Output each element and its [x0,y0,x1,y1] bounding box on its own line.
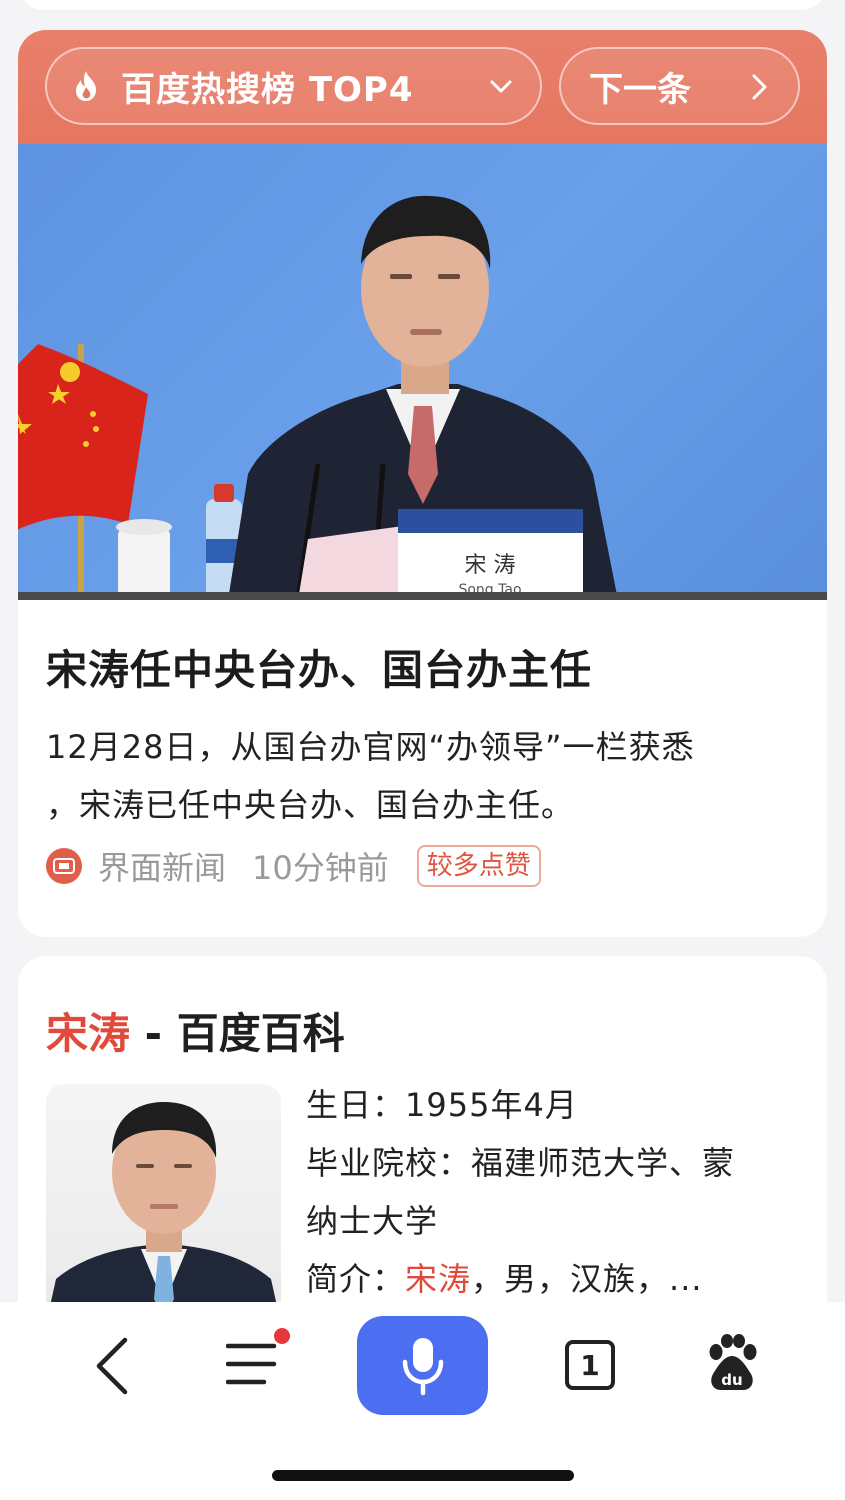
likes-badge: 较多点赞 [416,845,541,887]
voice-search-button[interactable] [357,1316,488,1415]
tabs-icon[interactable]: 1 [565,1340,615,1390]
menu-icon[interactable] [226,1338,278,1390]
hot-rank-dropdown[interactable]: 百度热搜榜 TOP4 [45,47,542,125]
school-row: 毕业院校：福建师范大学、蒙 [306,1144,736,1182]
news-source[interactable]: 界面新闻 [98,843,226,889]
news-photo[interactable]: 宋 涛 Song Tao [18,144,827,600]
news-description: 12月28日，从国台办官网“办领导”一栏获悉 ，宋涛已任中央台办、国台办主任。 [46,718,796,834]
flame-icon [76,71,96,101]
baidu-paw-icon[interactable]: du [704,1334,760,1392]
chevron-down-icon [490,80,512,93]
news-desc-line1: 12月28日，从国台办官网“办领导”一栏获悉 [46,728,695,766]
baike-info: 生日：1955年4月 毕业院校：福建师范大学、蒙 纳士大学 简介：宋涛，男，汉族… [306,1076,806,1308]
news-title[interactable]: 宋涛任中央台办、国台办主任 [46,636,592,696]
baike-title[interactable]: 宋涛 - 百度百科 [46,1000,345,1061]
back-icon[interactable] [92,1336,132,1396]
baike-card[interactable]: 宋涛 - 百度百科 生日：1955年4月 毕业院校：福建师范大学、蒙 纳士大学 … [18,956,827,1336]
baike-title-suffix: - 百度百科 [130,1009,345,1058]
next-item-label: 下一条 [589,69,691,110]
home-indicator[interactable] [272,1470,574,1481]
hot-search-header: 百度热搜榜 TOP4 下一条 [18,30,827,144]
microphone-icon [402,1337,443,1395]
nameplate-cn: 宋 涛 [465,553,516,578]
previous-card-edge [18,0,827,10]
svg-text:du: du [721,1371,742,1389]
next-item-button[interactable]: 下一条 [559,47,800,125]
news-meta: 界面新闻 10分钟前 较多点赞 [46,844,541,888]
chevron-right-icon [752,74,767,100]
notification-dot [274,1328,290,1344]
birthday-row: 生日：1955年4月 [306,1086,578,1124]
baike-title-name: 宋涛 [46,1009,131,1058]
school-row-cont: 纳士大学 [306,1202,439,1240]
avatar[interactable] [46,1084,281,1324]
news-photo-illustration: 宋 涛 Song Tao [18,195,827,600]
source-logo-icon [46,848,82,884]
news-time: 10分钟前 [252,849,389,887]
intro-row: 简介：宋涛，男，汉族，... [306,1260,703,1298]
news-desc-line2: ，宋涛已任中央台办、国台办主任。 [46,786,575,824]
hot-news-card[interactable]: 百度热搜榜 TOP4 下一条 宋 涛 Song Tao 宋涛任中央台办、国台办主… [18,30,827,937]
hot-rank-label: 百度热搜榜 TOP4 [121,69,414,110]
